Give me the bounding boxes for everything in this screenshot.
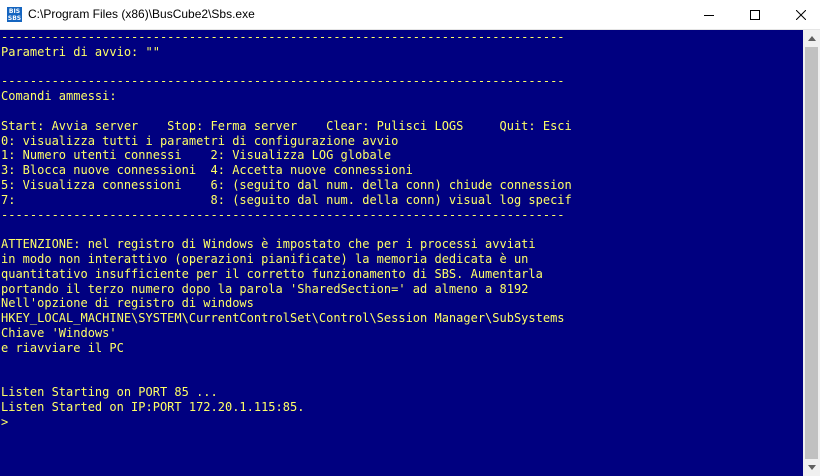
- console-line: Nell'opzione di registro di windows: [1, 296, 254, 311]
- console-output[interactable]: ----------------------------------------…: [0, 30, 803, 476]
- console-line: 5: Visualizza connessioni 6: (seguito da…: [1, 177, 572, 192]
- console-line: 0: visualizza tutti i parametri di confi…: [1, 133, 399, 148]
- console-line: e riavviare il PC: [1, 340, 124, 355]
- app-icon[interactable]: BIS SBS: [7, 7, 22, 22]
- minimize-button[interactable]: [686, 0, 732, 30]
- console-line: ATTENZIONE: nel registro di Windows è im…: [1, 237, 536, 252]
- vertical-scrollbar[interactable]: [803, 30, 820, 476]
- console-line: HKEY_LOCAL_MACHINE\SYSTEM\CurrentControl…: [1, 311, 565, 326]
- console-line: 7: 8: (seguito dal num. della conn) visu…: [1, 192, 572, 207]
- scroll-up-button[interactable]: [803, 30, 820, 47]
- console-line: Chiave 'Windows': [1, 325, 117, 340]
- console-line: quantitativo insufficiente per il corret…: [1, 266, 543, 281]
- console-line: ----------------------------------------…: [1, 207, 565, 222]
- console-line: in modo non interattivo (operazioni pian…: [1, 251, 529, 266]
- minimize-icon: [704, 15, 714, 16]
- console-line: Listen Starting on PORT 85 ...: [1, 385, 218, 400]
- console-line: ----------------------------------------…: [1, 30, 565, 44]
- window-title: C:\Program Files (x86)\BusCube2\Sbs.exe: [28, 7, 255, 21]
- console-line: 3: Blocca nuove connessioni 4: Accetta n…: [1, 163, 413, 178]
- console-line: Comandi ammessi:: [1, 89, 117, 104]
- scroll-thumb[interactable]: [805, 47, 818, 459]
- title-bar[interactable]: BIS SBS C:\Program Files (x86)\BusCube2\S…: [0, 0, 820, 30]
- close-button[interactable]: [778, 0, 820, 30]
- console-line: 1: Numero utenti connessi 2: Visualizza …: [1, 148, 392, 163]
- maximize-icon: [750, 10, 760, 20]
- chevron-down-icon: [807, 465, 816, 470]
- scroll-down-button[interactable]: [803, 459, 820, 476]
- console-line: Listen Started on IP:PORT 172.20.1.115:8…: [1, 399, 305, 414]
- console-line: portando il terzo numero dopo la parola …: [1, 281, 529, 296]
- close-icon: [796, 10, 806, 20]
- maximize-button[interactable]: [732, 0, 778, 30]
- chevron-up-icon: [807, 36, 816, 41]
- console-line: Parametri di avvio: "": [1, 44, 160, 59]
- console-line: ----------------------------------------…: [1, 74, 565, 89]
- console-line: Start: Avvia server Stop: Ferma server C…: [1, 118, 572, 133]
- console-line: >: [1, 414, 9, 429]
- console-lines: ----------------------------------------…: [1, 30, 572, 430]
